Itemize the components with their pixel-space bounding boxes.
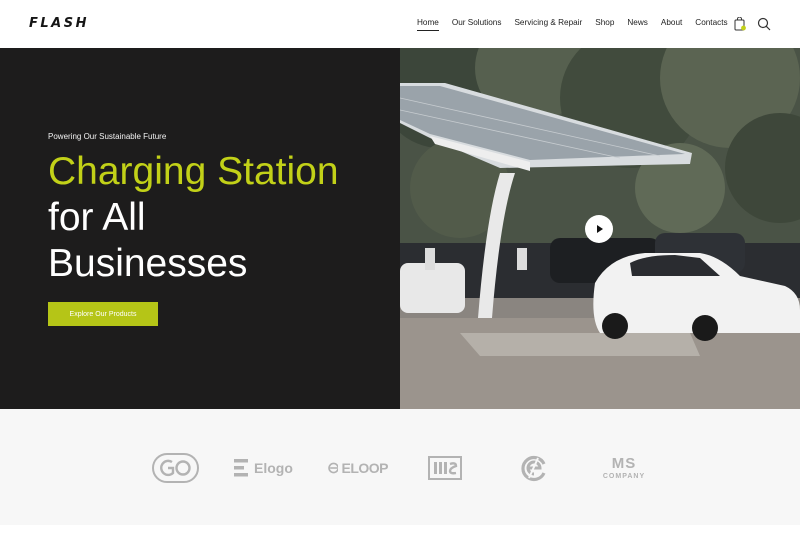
play-video-button[interactable] [585,215,613,243]
explore-products-button[interactable]: Explore Our Products [48,302,158,326]
hero-eyebrow: Powering Our Sustainable Future [48,132,167,141]
e-circle-logo-icon [521,455,546,482]
partner-ms-company: MS COMPANY [599,451,649,485]
hero-image [400,48,800,409]
play-icon [597,225,603,233]
site-header: FLASH Home Our Solutions Servicing & Rep… [0,0,800,48]
nav-home[interactable]: Home [417,18,439,31]
go-logo-icon [152,453,199,483]
eloop-mark-icon [328,462,339,474]
partner-ms-boxed [428,451,462,485]
nav-news[interactable]: News [627,18,647,27]
elogo-mark-icon [234,459,248,477]
main-nav: Home Our Solutions Servicing & Repair Sh… [417,18,741,31]
hero-title-line2: for All [48,196,146,239]
partner-go [152,451,199,485]
hero-title-line3: Businesses [48,242,248,285]
hero-text-panel: Powering Our Sustainable Future Charging… [0,48,400,409]
nav-our-solutions[interactable]: Our Solutions [452,18,502,27]
nav-about[interactable]: About [661,18,682,27]
nav-servicing-repair[interactable]: Servicing & Repair [514,18,582,27]
partner-logos: Elogo ELOOP MS COMPANY [0,409,800,525]
page-bottom-strip [0,525,800,556]
ms-boxed-logo-icon [428,456,462,480]
site-logo[interactable]: FLASH [29,16,89,31]
search-icon[interactable] [757,17,771,31]
nav-contacts[interactable]: Contacts [695,18,727,27]
ms-company-mark: MS [611,455,637,472]
partner-elogo: Elogo [234,451,296,485]
partner-eloop: ELOOP [328,451,388,485]
hero-title-accent: Charging Station [48,150,339,193]
cart-icon[interactable] [734,17,746,31]
nav-shop[interactable]: Shop [595,18,614,27]
partner-e-circle [520,451,548,485]
eloop-wordmark: ELOOP [341,460,388,476]
elogo-wordmark: Elogo [254,460,293,476]
ms-company-subtitle: COMPANY [602,473,646,480]
